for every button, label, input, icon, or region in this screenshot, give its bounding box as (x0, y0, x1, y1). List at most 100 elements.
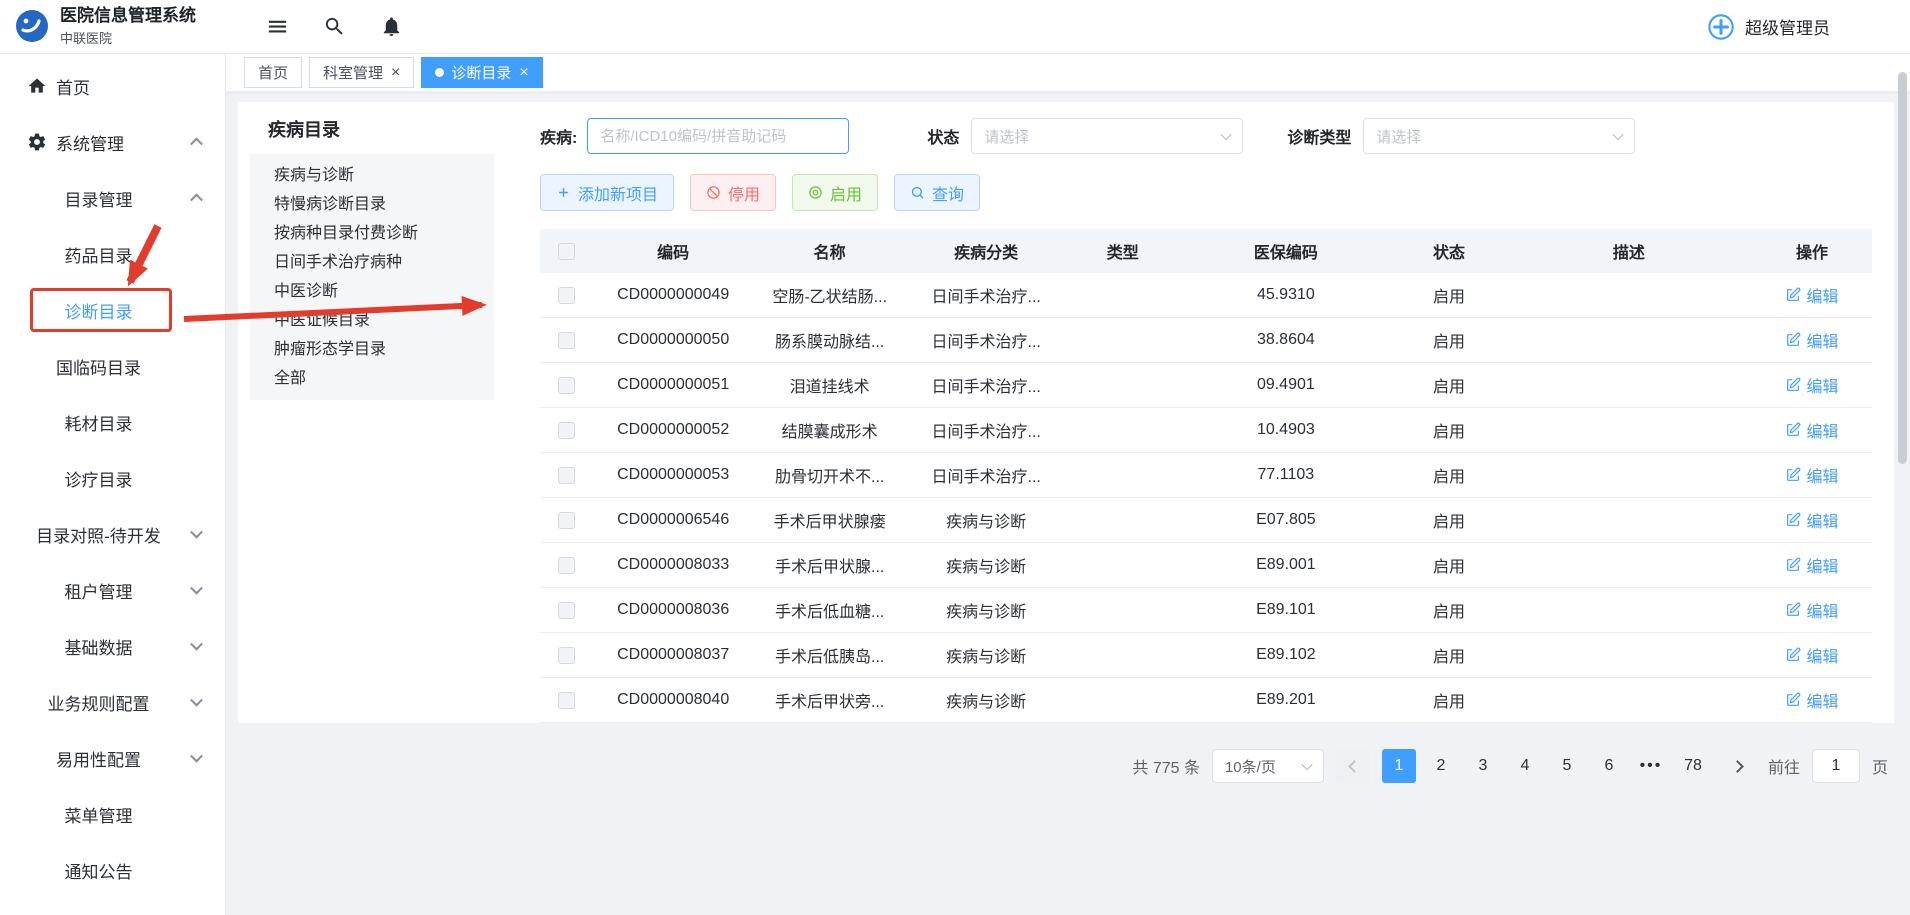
row-checkbox[interactable] (558, 692, 575, 709)
sidebar-item-label: 目录管理 (65, 186, 133, 211)
cell-code: CD0000008036 (593, 601, 753, 619)
workspace: 疾病目录 疾病与诊断特慢病诊断目录按病种目录付费诊断日间手术治疗病种中医诊断中医… (226, 92, 1910, 783)
column-header-0: 编码 (593, 239, 753, 263)
row-checkbox[interactable] (558, 602, 575, 619)
edit-button[interactable]: 编辑 (1785, 508, 1838, 532)
catalog-item-5[interactable]: 中医证候目录 (250, 306, 494, 335)
catalog-item-7[interactable]: 全部 (250, 364, 494, 393)
row-checkbox[interactable] (558, 512, 575, 529)
row-checkbox[interactable] (558, 467, 575, 484)
query-button[interactable]: 查询 (894, 174, 980, 211)
chevron-down-icon (1301, 759, 1312, 770)
cell-status: 启用 (1392, 463, 1505, 487)
catalog-item-4[interactable]: 中医诊断 (250, 277, 494, 306)
catalog-item-0[interactable]: 疾病与诊断 (250, 161, 494, 190)
edit-button[interactable]: 编辑 (1785, 553, 1838, 577)
sidebar-item-7[interactable]: 诊疗目录 (0, 450, 225, 506)
chevron-down-icon (190, 750, 203, 763)
page-button-78[interactable]: 78 (1676, 749, 1710, 783)
status-select[interactable]: 请选择 (971, 118, 1243, 154)
enable-button[interactable]: 启用 (792, 174, 878, 211)
sidebar-item-5[interactable]: 国临码目录 (0, 338, 225, 394)
page-button-4[interactable]: 4 (1508, 749, 1542, 783)
select-all-checkbox[interactable] (558, 243, 575, 260)
sidebar-item-0[interactable]: 首页 (0, 58, 225, 114)
row-checkbox[interactable] (558, 332, 575, 349)
cell-name: 手术后低胰岛... (753, 643, 906, 667)
disease-search-input[interactable] (587, 118, 849, 154)
ban-icon (706, 185, 721, 200)
edit-button[interactable]: 编辑 (1785, 373, 1838, 397)
search-icon[interactable] (323, 15, 346, 38)
tab-close-icon[interactable]: × (391, 65, 400, 81)
plus-icon (556, 185, 571, 200)
sidebar-item-8[interactable]: 目录对照-待开发 (0, 506, 225, 562)
sidebar-item-12[interactable]: 易用性配置 (0, 730, 225, 786)
sidebar-item-1[interactable]: 系统管理 (0, 114, 225, 170)
sidebar-item-4[interactable]: 诊断目录 (0, 282, 225, 338)
sidebar-item-11[interactable]: 业务规则配置 (0, 674, 225, 730)
row-checkbox[interactable] (558, 422, 575, 439)
page-button-1[interactable]: 1 (1382, 749, 1416, 783)
edit-button[interactable]: 编辑 (1785, 643, 1838, 667)
sidebar: 首页系统管理目录管理药品目录诊断目录国临码目录耗材目录诊疗目录目录对照-待开发租… (0, 54, 226, 915)
goto-suffix: 页 (1872, 754, 1888, 778)
page-size-select[interactable]: 10条/页 (1212, 749, 1324, 783)
sidebar-item-6[interactable]: 耗材目录 (0, 394, 225, 450)
sidebar-item-label: 系统管理 (56, 130, 124, 155)
goto-page-input[interactable] (1812, 749, 1860, 783)
page-button-2[interactable]: 2 (1424, 749, 1458, 783)
sidebar-item-label: 目录对照-待开发 (36, 522, 161, 547)
prev-page-button[interactable] (1336, 749, 1370, 783)
edit-button[interactable]: 编辑 (1785, 598, 1838, 622)
cell-category: 日间手术治疗... (906, 418, 1066, 442)
active-tab-dot-icon (435, 68, 444, 77)
sidebar-item-3[interactable]: 药品目录 (0, 226, 225, 282)
search-icon (910, 185, 925, 200)
pagination: 共 775 条 10条/页 123456•••78 前往 页 (238, 749, 1894, 783)
catalog-item-2[interactable]: 按病种目录付费诊断 (250, 219, 494, 248)
next-page-button[interactable] (1722, 749, 1756, 783)
page-list: 123456•••78 (1382, 749, 1710, 783)
sidebar-item-9[interactable]: 租户管理 (0, 562, 225, 618)
catalog-item-6[interactable]: 肿瘤形态学目录 (250, 335, 494, 364)
row-checkbox[interactable] (558, 377, 575, 394)
tab-close-icon[interactable]: × (519, 65, 528, 81)
edit-button[interactable]: 编辑 (1785, 418, 1838, 442)
edit-button[interactable]: 编辑 (1785, 328, 1838, 352)
catalog-item-1[interactable]: 特慢病诊断目录 (250, 190, 494, 219)
bell-icon[interactable] (380, 15, 403, 38)
tab-0[interactable]: 首页 (244, 57, 302, 88)
disable-button[interactable]: 停用 (690, 174, 776, 211)
page-button-6[interactable]: 6 (1592, 749, 1626, 783)
sidebar-item-2[interactable]: 目录管理 (0, 170, 225, 226)
diagnosis-type-filter-label: 诊断类型 (1287, 124, 1351, 148)
home-icon (27, 76, 47, 96)
edit-button[interactable]: 编辑 (1785, 283, 1838, 307)
sidebar-item-13[interactable]: 菜单管理 (0, 786, 225, 842)
table-body: CD0000000049空肠-乙状结肠...日间手术治疗...45.9310启用… (540, 273, 1872, 723)
row-checkbox[interactable] (558, 287, 575, 304)
more-pages-button[interactable]: ••• (1634, 749, 1668, 783)
page-button-3[interactable]: 3 (1466, 749, 1500, 783)
row-checkbox[interactable] (558, 557, 575, 574)
tab-1[interactable]: 科室管理× (309, 57, 414, 88)
edit-button[interactable]: 编辑 (1785, 688, 1838, 712)
user-menu[interactable]: 超级管理员 (1707, 13, 1910, 41)
catalog-item-3[interactable]: 日间手术治疗病种 (250, 248, 494, 277)
page-button-5[interactable]: 5 (1550, 749, 1584, 783)
row-checkbox[interactable] (558, 647, 575, 664)
sidebar-item-10[interactable]: 基础数据 (0, 618, 225, 674)
add-item-button[interactable]: 添加新项目 (540, 174, 674, 211)
catalog-panel-title: 疾病目录 (268, 116, 506, 142)
window-scrollbar[interactable] (1898, 72, 1907, 464)
cell-category: 日间手术治疗... (906, 373, 1066, 397)
cell-insurance-code: 10.4903 (1179, 421, 1392, 439)
tab-2[interactable]: 诊断目录× (421, 57, 542, 88)
sidebar-item-label: 通知公告 (65, 858, 133, 883)
diagnosis-type-select[interactable]: 请选择 (1363, 118, 1635, 154)
collapse-menu-icon[interactable] (266, 15, 289, 38)
sidebar-item-label: 耗材目录 (65, 410, 133, 435)
edit-button[interactable]: 编辑 (1785, 463, 1838, 487)
sidebar-item-14[interactable]: 通知公告 (0, 842, 225, 898)
